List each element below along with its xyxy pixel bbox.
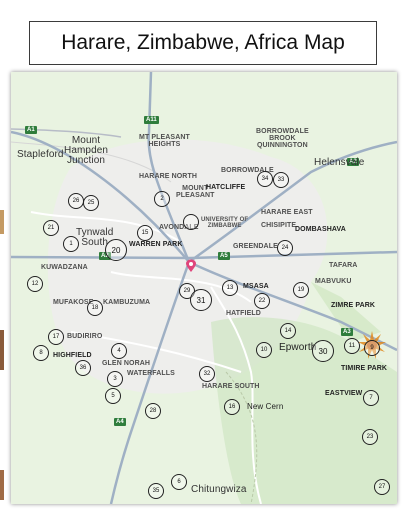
place-dombashava: DOMBASHAVA (295, 226, 346, 233)
marker-university[interactable] (183, 214, 199, 230)
marker-14[interactable]: 14 (280, 323, 296, 339)
place-tafara: TAFARA (329, 262, 358, 269)
map[interactable]: A1 A11 A2 A2 A5 A3 A4 Stapleford Mount H… (11, 72, 397, 504)
marker-34[interactable]: 34 (257, 171, 273, 187)
marker-11[interactable]: 11 (344, 338, 360, 354)
marker-30[interactable]: 30 (312, 340, 334, 362)
marker-1[interactable]: 1 (63, 236, 79, 252)
marker-7[interactable]: 7 (363, 390, 379, 406)
place-harare-south: HARARE SOUTH (202, 383, 260, 390)
marker-3[interactable]: 3 (107, 371, 123, 387)
place-helensvale: Helensvale (314, 157, 365, 168)
place-mt-pleasant-heights: MT PLEASANT HEIGHTS (139, 134, 190, 148)
edge-mark (0, 330, 4, 370)
map-title: Harare, Zimbabwe, Africa Map (61, 31, 345, 54)
edge-mark (0, 210, 4, 234)
marker-20[interactable]: 20 (105, 239, 127, 261)
marker-18[interactable]: 18 (87, 300, 103, 316)
road-shield-a5: A5 (218, 252, 230, 260)
road-shield-a1: A1 (25, 126, 37, 134)
place-budiriro: BUDIRIRO (67, 333, 103, 340)
place-university: UNIVERSITY OF ZIMBABWE (201, 217, 249, 229)
place-highfield: HIGHFIELD (53, 352, 92, 359)
title-box: Harare, Zimbabwe, Africa Map (29, 21, 377, 65)
place-kambuzuma: KAMBUZUMA (103, 299, 151, 306)
place-timire-park: TIMIRE PARK (341, 365, 388, 372)
marker-19[interactable]: 19 (293, 282, 309, 298)
place-greendale: GREENDALE (233, 243, 278, 250)
place-waterfalls: WATERFALLS (127, 370, 175, 377)
marker-36[interactable]: 36 (75, 360, 91, 376)
place-eastview: EASTVIEW (325, 390, 363, 397)
place-harare-east: HARARE EAST (261, 209, 313, 216)
place-warren-park: WARREN PARK (129, 241, 183, 248)
place-hatfield: HATFIELD (226, 310, 261, 317)
marker-15[interactable]: 15 (137, 225, 153, 241)
place-stapleford: Stapleford (17, 149, 64, 160)
marker-35[interactable]: 35 (148, 483, 164, 499)
marker-13[interactable]: 13 (222, 280, 238, 296)
marker-32[interactable]: 32 (199, 366, 215, 382)
marker-16[interactable]: 16 (224, 399, 240, 415)
marker-33[interactable]: 33 (273, 172, 289, 188)
place-kuwadzana: KUWADZANA (41, 264, 88, 271)
marker-6[interactable]: 6 (171, 474, 187, 490)
marker-24[interactable]: 24 (277, 240, 293, 256)
marker-10[interactable]: 10 (256, 342, 272, 358)
edge-mark (0, 470, 4, 500)
marker-25[interactable]: 25 (83, 195, 99, 211)
marker-31[interactable]: 31 (190, 289, 212, 311)
marker-28[interactable]: 28 (145, 403, 161, 419)
place-msasa: MSASA (243, 283, 269, 290)
road-shield-a11: A11 (144, 116, 159, 124)
marker-12[interactable]: 12 (27, 276, 43, 292)
place-chitungwiza: Chitungwiza (191, 484, 247, 495)
place-hatcliffe: HATCLIFFE (206, 184, 246, 191)
place-epworth: Epworth (279, 342, 317, 353)
marker-21[interactable]: 21 (43, 220, 59, 236)
marker-8[interactable]: 8 (33, 345, 49, 361)
place-chisipite: CHISIPITE (261, 222, 297, 229)
road-shield-a3: A3 (341, 328, 353, 336)
place-zimre-park: ZIMRE PARK (331, 302, 376, 309)
marker-27[interactable]: 27 (374, 479, 390, 495)
location-pin-icon[interactable] (185, 259, 197, 273)
place-borrowdale-brook: BORROWDALE BROOK QUINNINGTON (256, 128, 309, 149)
marker-4[interactable]: 4 (111, 343, 127, 359)
place-glen-norah: GLEN NORAH (102, 360, 151, 367)
marker-23[interactable]: 23 (362, 429, 378, 445)
place-new-cern: New Cern (247, 402, 284, 411)
marker-9[interactable]: 9 (364, 340, 380, 356)
road-shield-a4: A4 (114, 418, 126, 426)
marker-5[interactable]: 5 (105, 388, 121, 404)
place-mabvuku: MABVUKU (315, 278, 352, 285)
place-mount-hampden-junction: Mount Hampden Junction (64, 135, 109, 166)
place-harare-north: HARARE NORTH (139, 173, 197, 180)
marker-22[interactable]: 22 (254, 293, 270, 309)
marker-17[interactable]: 17 (48, 329, 64, 345)
marker-2[interactable]: 2 (154, 191, 170, 207)
marker-26[interactable]: 26 (68, 193, 84, 209)
